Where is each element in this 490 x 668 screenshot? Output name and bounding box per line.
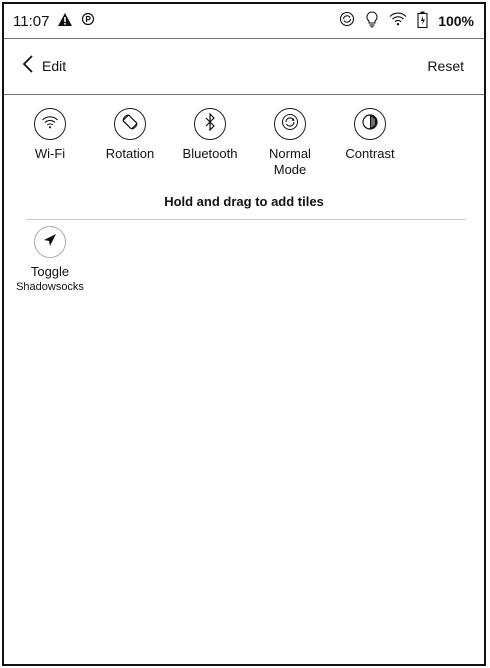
wifi-icon — [41, 115, 59, 134]
tile-label: Normal Mode — [269, 146, 311, 177]
chevron-left-icon — [22, 54, 34, 78]
tile-contrast-circle — [354, 108, 386, 140]
active-tiles: Wi-Fi Rotation Bluetooth Normal Mode Con… — [10, 108, 410, 178]
drag-hint: Hold and drag to add tiles — [164, 194, 324, 209]
battery-icon — [417, 11, 428, 32]
rotation-icon — [121, 113, 139, 136]
tile-rotation-circle — [114, 108, 146, 140]
tile-normal-mode[interactable]: Normal Mode — [250, 108, 330, 178]
device-screen: 11:07 100% Edit Reset Wi-Fi Rotation Blu… — [2, 2, 486, 666]
tile-bluetooth[interactable]: Bluetooth — [170, 108, 250, 178]
tile-label: Rotation — [105, 146, 155, 161]
sync-icon — [339, 11, 355, 31]
tile-wifi-circle — [34, 108, 66, 140]
tile-contrast[interactable]: Contrast — [330, 108, 410, 178]
tile-label: Toggle — [30, 264, 70, 279]
tile-wifi[interactable]: Wi-Fi — [10, 108, 90, 178]
tile-toggle-shadowsocks-circle — [34, 226, 66, 258]
paper-plane-icon — [42, 232, 58, 253]
app-header: Edit Reset — [4, 46, 484, 86]
tile-rotation[interactable]: Rotation — [90, 108, 170, 178]
header-divider — [4, 94, 484, 95]
tile-sublabel: Shadowsocks — [16, 281, 84, 293]
status-bar: 11:07 100% — [4, 4, 484, 38]
tile-toggle-shadowsocks[interactable]: Toggle Shadowsocks — [10, 226, 90, 294]
back-button[interactable]: Edit — [22, 54, 67, 78]
tile-bluetooth-circle — [194, 108, 226, 140]
reset-button[interactable]: Reset — [427, 58, 464, 74]
battery-percent: 100% — [438, 13, 474, 29]
status-right: 100% — [339, 10, 474, 32]
contrast-icon — [361, 113, 379, 136]
page-title: Edit — [42, 58, 67, 74]
tile-label: Contrast — [345, 146, 395, 161]
warning-icon — [57, 12, 73, 31]
status-divider — [4, 38, 484, 39]
tile-label: Bluetooth — [182, 146, 238, 161]
drag-divider — [26, 219, 466, 220]
tile-normal-mode-circle — [274, 108, 306, 140]
status-time: 11:07 — [13, 12, 50, 30]
refresh-mode-icon — [281, 113, 299, 136]
bluetooth-icon — [204, 112, 216, 136]
wifi-icon — [389, 12, 407, 30]
light-icon — [365, 10, 379, 32]
tile-label: Wi-Fi — [34, 146, 66, 161]
status-left: 11:07 — [13, 12, 95, 31]
pinned-app-icon — [81, 12, 95, 31]
